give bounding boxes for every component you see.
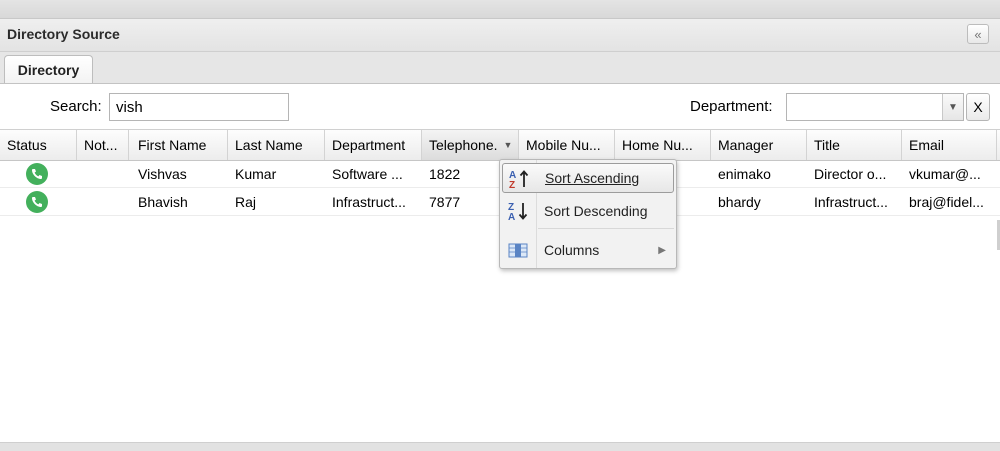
column-header-label: Last Name: [235, 137, 303, 153]
tab-label: Directory: [17, 61, 80, 78]
column-header-department[interactable]: Department: [325, 130, 422, 160]
column-header-label: Status: [7, 137, 47, 153]
svg-text:Z: Z: [509, 180, 515, 190]
column-header-email[interactable]: Email: [902, 130, 997, 160]
column-header-title[interactable]: Title: [807, 130, 902, 160]
column-header-label: Email: [909, 137, 945, 153]
chevron-down-icon[interactable]: ▼: [942, 94, 963, 120]
search-input[interactable]: [109, 93, 289, 121]
notes-cell: [77, 188, 129, 216]
sort-ascending-icon: A Z: [507, 168, 531, 191]
notes-cell: [77, 160, 129, 188]
column-header-label: First Name: [138, 137, 207, 153]
menu-item-label: Sort Descending: [544, 203, 648, 219]
title-cell: Infrastruct...: [814, 194, 888, 210]
column-header-manager[interactable]: Manager: [711, 130, 807, 160]
top-strip: [0, 0, 1000, 19]
sort-descending-icon: Z A: [506, 200, 530, 223]
department-cell: Infrastruct...: [332, 194, 406, 210]
tab-bar: Directory: [0, 52, 1000, 84]
column-header-home[interactable]: Home Nu...: [615, 130, 711, 160]
column-header-label: Manager: [718, 137, 774, 153]
column-header-label: Not...: [84, 137, 118, 153]
collapse-panel-button[interactable]: «: [967, 24, 989, 44]
phone-icon[interactable]: [26, 191, 48, 213]
column-header-mobile[interactable]: Mobile Nu...: [519, 130, 615, 160]
column-header-label: Telephone.: [429, 137, 498, 153]
column-context-menu: A Z Sort Ascending Z A Sort Descending C…: [499, 159, 677, 269]
menu-item-label: Sort Ascending: [545, 170, 640, 186]
menu-item-label: Columns: [544, 242, 600, 258]
last-name-cell: Kumar: [235, 166, 277, 182]
department-label: Department:: [690, 98, 773, 115]
menu-item-columns[interactable]: Columns ▶: [502, 235, 674, 265]
first-name-cell: Vishvas: [138, 166, 187, 182]
column-header-notes[interactable]: Not...: [77, 130, 129, 160]
submenu-arrow-icon: ▶: [658, 244, 666, 256]
column-menu-trigger-icon[interactable]: ▼: [498, 130, 518, 160]
department-cell: Software ...: [332, 166, 403, 182]
title-cell: Director o...: [814, 166, 887, 182]
column-header-telephone[interactable]: Telephone. ▼: [422, 130, 519, 160]
column-header-label: Title: [814, 137, 840, 153]
column-header-first-name[interactable]: First Name: [129, 130, 228, 160]
column-header-last-name[interactable]: Last Name: [228, 130, 325, 160]
columns-icon: [506, 239, 530, 261]
double-chevron-left-icon: «: [974, 26, 982, 42]
column-header-label: Home Nu...: [622, 137, 693, 153]
manager-cell: bhardy: [718, 194, 761, 210]
status-cell: [26, 188, 66, 216]
panel-header: Directory Source «: [0, 19, 1000, 52]
column-header-label: Mobile Nu...: [526, 137, 601, 153]
first-name-cell: Bhavish: [138, 194, 188, 210]
last-name-cell: Raj: [235, 194, 257, 210]
telephone-cell: 7877: [429, 194, 461, 210]
menu-item-sort-ascending[interactable]: A Z Sort Ascending: [502, 163, 674, 193]
department-select[interactable]: ▼: [786, 93, 964, 121]
telephone-cell: 1822: [429, 166, 461, 182]
tab-directory[interactable]: Directory: [4, 55, 93, 83]
status-cell: [26, 160, 66, 188]
phone-icon[interactable]: [26, 163, 48, 185]
clear-filter-button[interactable]: X: [966, 93, 990, 121]
menu-divider: [538, 228, 674, 229]
menu-item-sort-descending[interactable]: Z A Sort Descending: [502, 196, 674, 226]
search-toolbar: Search: Department: ▼ X: [0, 84, 1000, 129]
column-header-label: Department: [332, 137, 406, 153]
manager-cell: enimako: [718, 166, 771, 182]
grid-header: Status Not... First Name Last Name Depar…: [0, 129, 1000, 161]
email-cell: vkumar@...: [909, 166, 981, 182]
panel-title: Directory Source: [7, 26, 120, 42]
svg-text:A: A: [508, 212, 515, 222]
search-label: Search:: [50, 98, 102, 115]
column-header-status[interactable]: Status: [0, 130, 77, 160]
email-cell: braj@fidel...: [909, 194, 984, 210]
